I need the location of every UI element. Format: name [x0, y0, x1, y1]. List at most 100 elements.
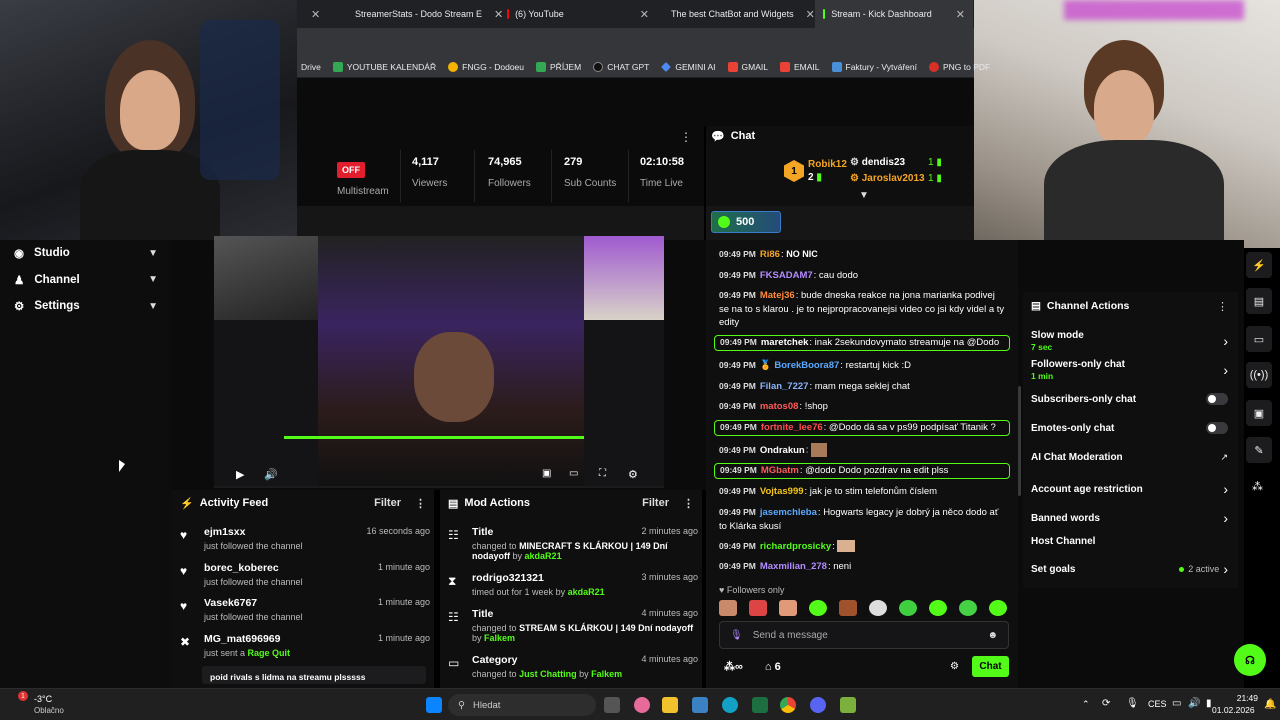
bookmark-gmail[interactable]: GMAIL: [727, 61, 768, 72]
close-icon[interactable]: ✕: [806, 8, 815, 21]
settings-icon[interactable]: ⚙: [628, 468, 638, 481]
multistream-label[interactable]: Multistream: [337, 186, 389, 197]
play-icon[interactable]: ▶: [236, 468, 244, 481]
action-banned-words[interactable]: Banned words ›: [1031, 510, 1228, 526]
close-icon[interactable]: ✕: [956, 8, 965, 21]
battery-icon[interactable]: ▮: [1206, 698, 1212, 709]
stream-preview[interactable]: ▶ 🔊 ▣ ▭ ⛶ ⚙: [214, 236, 664, 488]
message-user[interactable]: richardprosicky: [760, 541, 831, 552]
emote-icon[interactable]: [989, 600, 1007, 616]
pip-icon[interactable]: ▣: [542, 468, 551, 479]
bookmark-fngg[interactable]: FNGG - Dodoeu: [448, 61, 524, 72]
moderator-name[interactable]: akdaR21: [525, 551, 562, 561]
mic-tray-icon[interactable]: 🎙: [1126, 698, 1139, 709]
action-followers-only[interactable]: Followers-only chat 1 min ›: [1031, 359, 1228, 381]
message-user[interactable]: Maxmilian_278: [760, 561, 827, 572]
leader-2[interactable]: ⚙ dendis23: [850, 157, 905, 168]
action-account-age[interactable]: Account age restriction ›: [1031, 481, 1228, 497]
browser-tab[interactable]: ✕: [297, 0, 341, 28]
message-user[interactable]: BorekBoora87: [774, 360, 839, 371]
toggle-switch[interactable]: [1206, 422, 1228, 434]
sync-icon[interactable]: ⟳: [1102, 698, 1110, 709]
mod-row[interactable]: ☷ Title changed to MINECRAFT S KLÁRKOU |…: [440, 524, 702, 570]
filter-button[interactable]: Filter: [642, 497, 669, 509]
emote-icon[interactable]: [749, 600, 767, 616]
address-bar[interactable]: [297, 28, 974, 56]
broadcast-icon[interactable]: ((•)): [1246, 362, 1272, 388]
moderator-name[interactable]: Falkem: [484, 633, 515, 643]
bookmark-prijem[interactable]: PŘÍJEM: [536, 61, 581, 72]
message-user[interactable]: matos08: [760, 401, 799, 412]
tools-icon[interactable]: ✎: [1246, 437, 1272, 463]
message-user[interactable]: maretchek: [761, 337, 809, 348]
points-pill[interactable]: 500: [711, 211, 781, 233]
message-user[interactable]: Ondrakun: [760, 445, 805, 456]
message-user[interactable]: Ri86: [760, 249, 780, 260]
more-icon[interactable]: ⋮: [683, 497, 694, 510]
bookmark-png-to-pdf[interactable]: PNG to PDF: [929, 61, 990, 72]
chrome-icon[interactable]: [780, 697, 796, 713]
emote-icon[interactable]: [959, 600, 977, 616]
moderator-name[interactable]: akdaR21: [568, 587, 605, 597]
mod-row[interactable]: ⧗ rodrigo321321 timed out for 1 week by …: [440, 570, 702, 606]
moderator-name[interactable]: Falkem: [591, 669, 622, 679]
feed-row[interactable]: ✖ MG_mat696969 just sent a Rage Quit 1 m…: [172, 631, 434, 667]
action-subscribers-only[interactable]: Subscribers-only chat: [1031, 393, 1228, 405]
bookmark-youtube-calendar[interactable]: YOUTUBE KALENDÁŘ: [332, 61, 436, 72]
taskbar-search[interactable]: ⚲ Hledat: [448, 694, 596, 716]
emote-icon[interactable]: [809, 600, 827, 616]
store-icon[interactable]: [692, 697, 708, 713]
network-icon[interactable]: ▭: [1172, 698, 1181, 709]
volume-icon[interactable]: 🔊: [1188, 698, 1200, 709]
filter-button[interactable]: Filter: [374, 497, 401, 509]
browser-tab[interactable]: (6) YouTube ✕: [499, 0, 657, 28]
sidebar-item-channel[interactable]: ♟ Channel ▼: [0, 267, 172, 294]
close-icon[interactable]: ✕: [640, 8, 649, 21]
leader-1[interactable]: Robik12: [808, 159, 847, 170]
bookmark-gemini[interactable]: GEMINI AI: [661, 62, 716, 72]
emoji-icon[interactable]: ☻: [987, 630, 998, 641]
emote-icon[interactable]: [929, 600, 947, 616]
more-icon[interactable]: ⋮: [680, 130, 692, 144]
emote-icon[interactable]: [869, 600, 887, 616]
sidebar-item-studio[interactable]: ◉ Studio ▼: [0, 240, 172, 267]
chat-icon[interactable]: ▭: [1246, 326, 1272, 352]
emote-icon[interactable]: [899, 600, 917, 616]
emote-icon[interactable]: [719, 600, 737, 616]
more-icon[interactable]: ⋮: [1217, 300, 1228, 313]
bookmark-faktury[interactable]: Faktury - Vytváření: [831, 61, 917, 72]
volume-icon[interactable]: 🔊: [264, 468, 278, 481]
clock-time[interactable]: 21:49: [1230, 693, 1258, 703]
browser-tab[interactable]: The best ChatBot and Widgets ✕: [657, 0, 815, 28]
expand-icon[interactable]: ▼: [859, 190, 869, 201]
theater-icon[interactable]: ▭: [569, 468, 578, 479]
lightning-icon[interactable]: ⚡: [1246, 252, 1272, 278]
bookmark-chatgpt[interactable]: CHAT GPT: [593, 61, 649, 72]
more-icon[interactable]: ⋮: [415, 497, 426, 510]
edge-icon[interactable]: [722, 697, 738, 713]
chat-scrollbar[interactable]: [1018, 386, 1021, 496]
action-set-goals[interactable]: Set goals 2 active ›: [1031, 561, 1228, 577]
send-chat-button[interactable]: Chat: [972, 656, 1009, 677]
copilot-icon[interactable]: [634, 697, 650, 713]
clock-date[interactable]: 01.02.2026: [1212, 705, 1255, 715]
close-icon[interactable]: ✕: [311, 8, 320, 21]
windows-start-icon[interactable]: [426, 697, 442, 713]
message-user[interactable]: fortnite_lee76: [761, 422, 823, 433]
sidebar-item-settings[interactable]: ⚙ Settings ▼: [0, 293, 172, 320]
action-slow-mode[interactable]: Slow mode 7 sec ›: [1031, 330, 1228, 352]
message-user[interactable]: Matej36: [760, 290, 795, 301]
message-user[interactable]: MGbatm: [761, 465, 799, 476]
notifications-bell-icon[interactable]: 🔔: [1264, 699, 1276, 710]
emote-icon[interactable]: [779, 600, 797, 616]
chevron-up-icon[interactable]: ⌃: [1082, 699, 1090, 710]
gear-icon[interactable]: ⚙: [950, 661, 959, 672]
feed-row[interactable]: ♥ ejm1sxx just followed the channel 16 s…: [172, 524, 434, 560]
file-explorer-icon[interactable]: [662, 697, 678, 713]
mod-row[interactable]: ▭ Category changed to Just Chatting by F…: [440, 652, 702, 682]
message-user[interactable]: FKSADAM7: [760, 270, 813, 281]
weather-temp[interactable]: -3°C: [34, 694, 52, 704]
users-icon[interactable]: ⁂: [1252, 480, 1263, 493]
message-user[interactable]: Filan_7227: [760, 381, 809, 392]
action-host-channel[interactable]: Host Channel: [1031, 536, 1228, 547]
